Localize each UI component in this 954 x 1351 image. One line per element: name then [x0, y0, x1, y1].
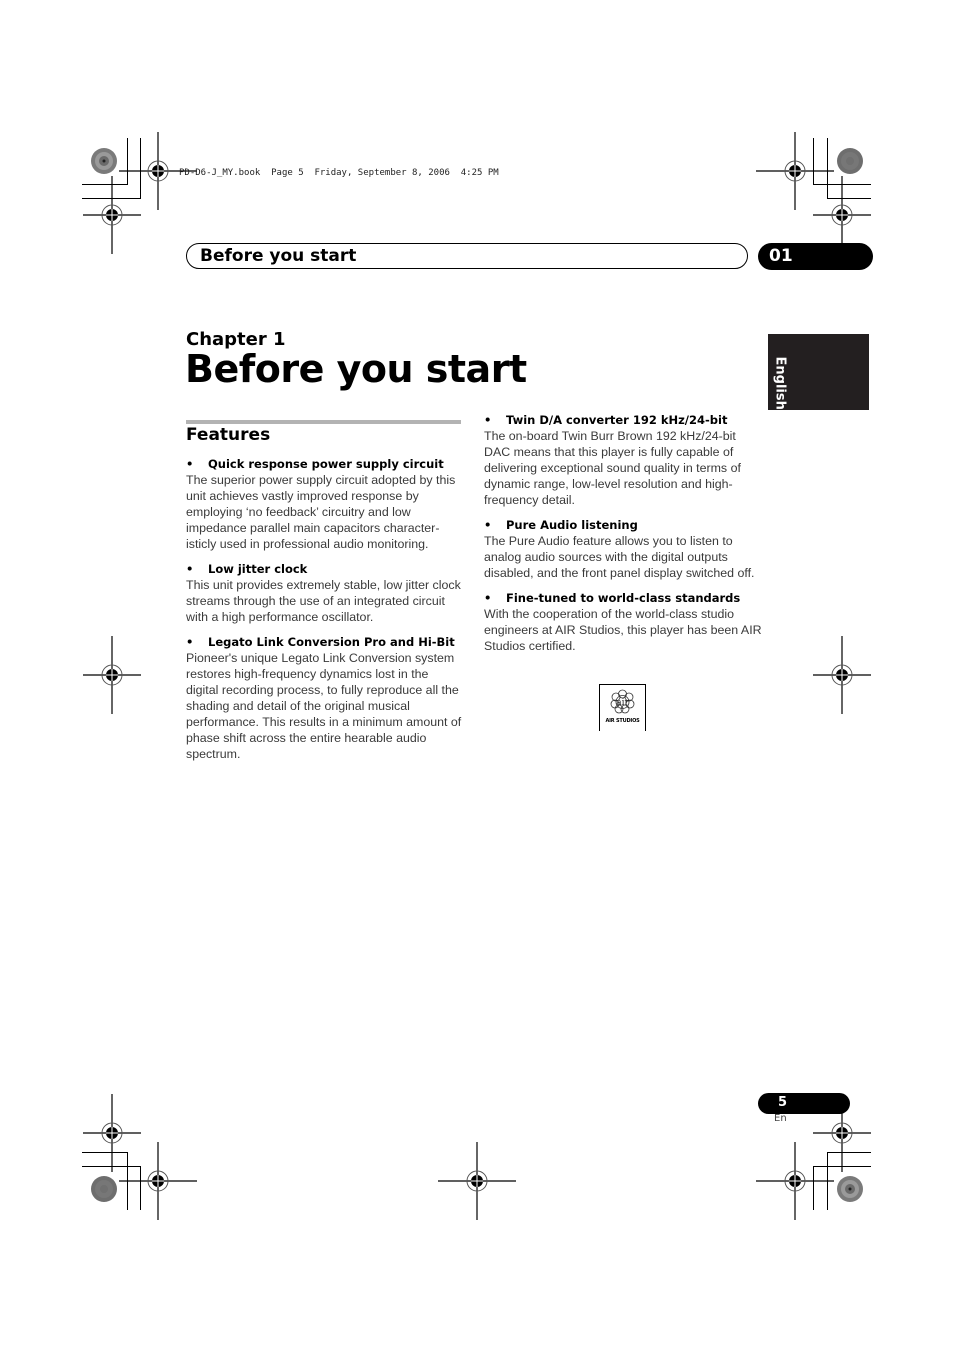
feature-body: This unit provides extremely stable, low…	[186, 578, 461, 624]
feature-body: Pioneer's unique Legato Link Conversion …	[186, 651, 462, 761]
print-job-header: PD-D6-J_MY.book Page 5 Friday, September…	[179, 168, 499, 178]
feature-body: With the cooperation of the world-class …	[484, 607, 762, 653]
page-language-code: En	[774, 1113, 787, 1124]
registration-target-icon	[119, 1142, 197, 1220]
feature-item: • Pure Audio listening The Pure Audio fea…	[484, 517, 762, 581]
registration-target-icon	[438, 1142, 516, 1220]
feature-item: • Twin D/A converter 192 kHz/24-bit The o…	[484, 412, 762, 508]
registration-target-icon	[73, 636, 151, 714]
feature-title: • Legato Link Conversion Pro and Hi-Bit	[186, 634, 464, 650]
starburst-mark	[90, 1175, 118, 1203]
feature-title: • Fine-tuned to world-class standards	[484, 590, 762, 606]
starburst-mark	[90, 147, 118, 175]
feature-item: • Quick response power supply circuit The…	[186, 456, 464, 552]
section-heading: Features	[186, 425, 271, 445]
feature-title-text: Pure Audio listening	[506, 518, 638, 532]
bullet: •	[186, 457, 194, 471]
features-left-column: • Quick response power supply circuit The…	[186, 456, 464, 771]
registration-target-icon	[756, 1142, 834, 1220]
feature-title: • Quick response power supply circuit	[186, 456, 464, 472]
bullet: •	[186, 562, 194, 576]
feature-title-text: Legato Link Conversion Pro and Hi-Bit	[208, 635, 455, 649]
feature-title-text: Low jitter clock	[208, 562, 308, 576]
air-studios-logo: air AIR STUDIOS	[599, 684, 646, 731]
feature-body: The Pure Audio feature allows you to lis…	[484, 534, 755, 580]
air-flower-icon: air	[610, 689, 635, 714]
starburst-mark	[836, 147, 864, 175]
page-number: 5	[778, 1095, 788, 1110]
feature-item: • Low jitter clock This unit provides ext…	[186, 561, 464, 625]
registration-target-icon	[803, 636, 881, 714]
features-right-column: • Twin D/A converter 192 kHz/24-bit The o…	[484, 412, 762, 663]
running-header-title: Before you start	[200, 246, 357, 266]
air-logo-mark: air	[616, 698, 629, 708]
bullet: •	[484, 591, 492, 605]
language-tab-label: English	[773, 357, 788, 410]
bullet: •	[484, 518, 492, 532]
starburst-mark	[836, 1175, 864, 1203]
bullet: •	[186, 635, 194, 649]
feature-title: • Twin D/A converter 192 kHz/24-bit	[484, 412, 762, 428]
feature-item: • Fine-tuned to world-class standards Wit…	[484, 590, 762, 654]
air-logo-caption: AIR STUDIOS	[605, 718, 640, 724]
feature-item: • Legato Link Conversion Pro and Hi-Bit P…	[186, 634, 464, 762]
bullet: •	[484, 413, 492, 427]
registration-target-icon	[73, 176, 151, 254]
feature-title: • Low jitter clock	[186, 561, 464, 577]
feature-body: The superior power supply circuit adopte…	[186, 473, 456, 551]
feature-title-text: Quick response power supply circuit	[208, 457, 444, 471]
feature-title-text: Fine-tuned to world-class standards	[506, 591, 741, 605]
feature-title: • Pure Audio listening	[484, 517, 762, 533]
feature-title-text: Twin D/A converter 192 kHz/24-bit	[506, 413, 728, 427]
chapter-number: 01	[769, 246, 793, 266]
page-number-badge	[758, 1093, 850, 1114]
feature-body: The on-board Twin Burr Brown 192 kHz/24-…	[484, 429, 741, 507]
chapter-title: Before you start	[185, 347, 527, 391]
